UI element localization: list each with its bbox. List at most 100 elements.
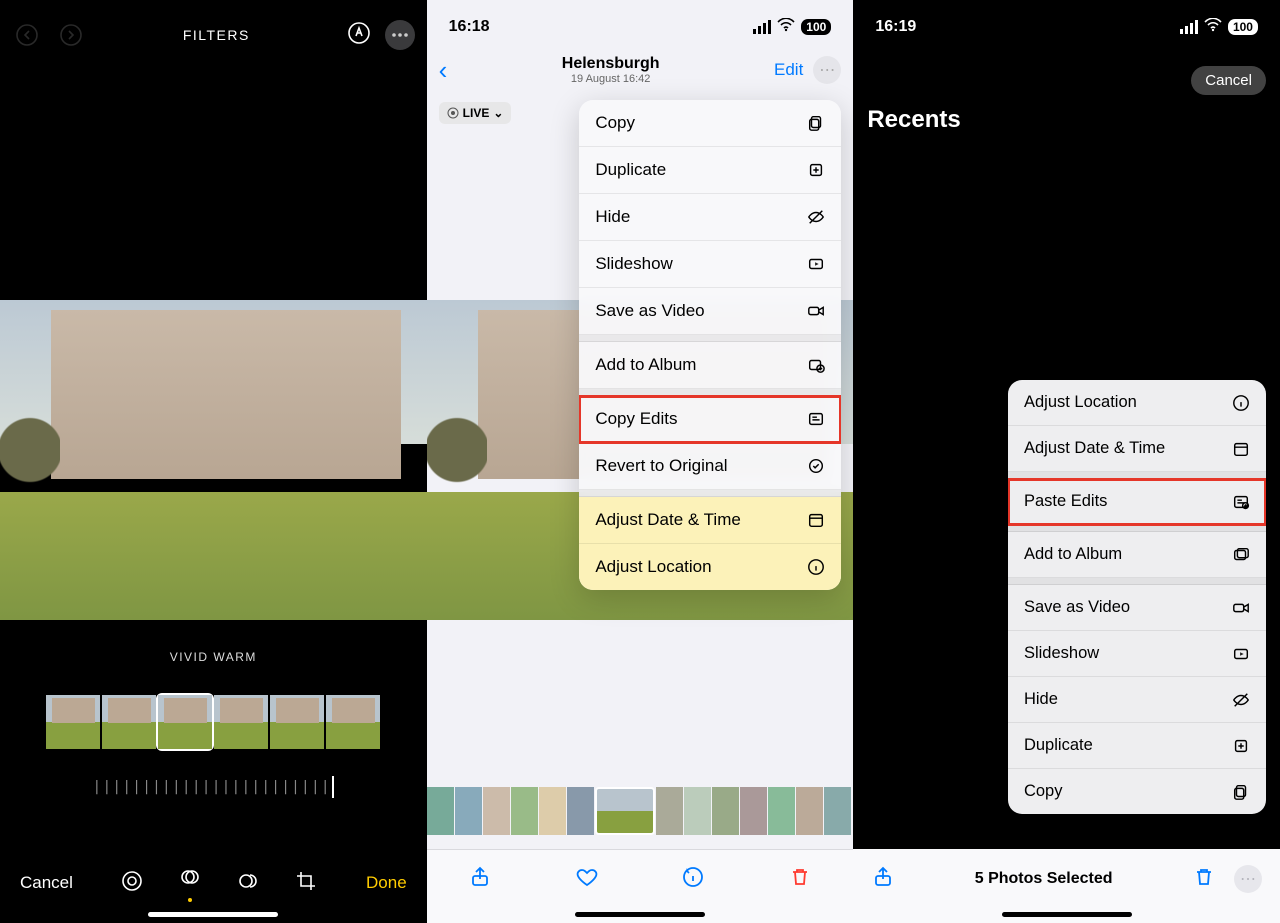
menu-duplicate[interactable]: Duplicate: [1008, 723, 1266, 769]
trash-icon[interactable]: [1192, 865, 1216, 894]
live-badge[interactable]: LIVE ⌄: [439, 102, 512, 124]
filter-thumbs[interactable]: [0, 695, 427, 749]
menu-label: Adjust Date & Time: [1024, 439, 1165, 458]
copy-icon: [803, 114, 825, 132]
menu-hide[interactable]: Hide: [579, 194, 841, 241]
menu-label: Duplicate: [1024, 736, 1093, 755]
menu-duplicate[interactable]: Duplicate: [579, 147, 841, 194]
filter-thumb-selected[interactable]: [158, 695, 212, 749]
photo-datetime-subtitle: 19 August 16:42: [562, 73, 660, 85]
menu-save-video[interactable]: Save as Video: [1008, 585, 1266, 631]
menu-label: Slideshow: [595, 254, 673, 274]
back-button[interactable]: ‹: [439, 57, 448, 83]
menu-label: Hide: [1024, 690, 1058, 709]
add-album-icon: [803, 356, 825, 374]
home-indicator: [148, 912, 278, 917]
menu-copy[interactable]: Copy: [579, 100, 841, 147]
menu-label: Copy: [1024, 782, 1063, 801]
menu-label: Copy: [595, 113, 635, 133]
menu-label: Save as Video: [595, 301, 704, 321]
menu-adjust-datetime[interactable]: Adjust Date & Time: [1008, 426, 1266, 472]
slideshow-icon: [1228, 645, 1250, 663]
selected-badge: ✓: [967, 547, 989, 569]
album-title: Recents: [867, 106, 960, 134]
revert-icon: [803, 457, 825, 475]
editor-topbar: FILTERS: [0, 0, 427, 60]
action-menu: Adjust Location Adjust Date & Time Paste…: [1008, 380, 1266, 814]
menu-adjust-location[interactable]: Adjust Location: [579, 544, 841, 590]
redo-icon[interactable]: [56, 20, 86, 50]
menu-label: Adjust Date & Time: [595, 510, 741, 530]
cancel-button[interactable]: Cancel: [20, 873, 73, 893]
video-icon: [803, 302, 825, 320]
live-badge-label: LIVE: [463, 106, 490, 120]
menu-save-video[interactable]: Save as Video: [579, 288, 841, 335]
thumbnail-strip[interactable]: [427, 787, 854, 835]
done-button[interactable]: Done: [366, 873, 407, 893]
menu-copy-edits[interactable]: Copy Edits: [579, 396, 841, 443]
edit-button[interactable]: Edit: [774, 60, 803, 80]
info-icon[interactable]: [681, 865, 705, 894]
paste-edits-icon: [1228, 493, 1250, 511]
panel-photo-detail: 16:18 100 ‹ Helensburgh 19 August 16:42 …: [427, 0, 854, 923]
menu-label: Adjust Location: [595, 557, 711, 577]
menu-label: Slideshow: [1024, 644, 1099, 663]
share-icon[interactable]: [468, 865, 492, 894]
menu-label: Revert to Original: [595, 456, 727, 476]
menu-paste-edits[interactable]: Paste Edits: [1008, 479, 1266, 525]
markup-icon[interactable]: [347, 21, 371, 50]
copy-icon: [1228, 783, 1250, 801]
hide-icon: [803, 208, 825, 226]
menu-label: Paste Edits: [1024, 492, 1107, 511]
more-icon[interactable]: [385, 20, 415, 50]
battery-icon: 100: [801, 19, 831, 35]
crop-tool-icon[interactable]: [294, 869, 318, 898]
calendar-icon: [803, 511, 825, 529]
wifi-icon: [777, 18, 795, 37]
menu-label: Adjust Location: [1024, 393, 1137, 412]
menu-label: Add to Album: [1024, 545, 1122, 564]
calendar-icon: [1228, 440, 1250, 458]
menu-slideshow[interactable]: Slideshow: [1008, 631, 1266, 677]
trash-icon[interactable]: [788, 865, 812, 894]
menu-slideshow[interactable]: Slideshow: [579, 241, 841, 288]
portrait-tool-icon[interactable]: [236, 869, 260, 898]
chevron-down-icon: ⌄: [493, 106, 503, 120]
status-time: 16:18: [449, 18, 490, 36]
home-indicator: [575, 912, 705, 917]
filter-name-label: VIVID WARM: [0, 650, 427, 664]
cancel-button[interactable]: Cancel: [1191, 66, 1266, 95]
photo-preview[interactable]: [0, 300, 427, 620]
panel-filter-editor: FILTERS VIVID WARM |||||||||||||||||||||…: [0, 0, 427, 923]
duplicate-icon: [803, 161, 825, 179]
intensity-slider[interactable]: ||||||||||||||||||||||||: [0, 775, 427, 799]
more-button[interactable]: ⋯: [1234, 865, 1262, 893]
menu-add-album[interactable]: Add to Album: [579, 342, 841, 389]
favorite-icon[interactable]: [575, 865, 599, 894]
menu-label: Duplicate: [595, 160, 666, 180]
info-icon: [803, 558, 825, 576]
action-menu: Copy Duplicate Hide Slideshow Save as Vi…: [579, 100, 841, 590]
navbar-title-group: Helensburgh 19 August 16:42: [562, 55, 660, 85]
share-icon[interactable]: [871, 865, 895, 894]
menu-revert[interactable]: Revert to Original: [579, 443, 841, 490]
more-button[interactable]: ⋯: [813, 56, 841, 84]
home-indicator: [1002, 912, 1132, 917]
menu-adjust-location[interactable]: Adjust Location: [1008, 380, 1266, 426]
cellular-icon: [753, 20, 771, 34]
copy-edits-icon: [803, 410, 825, 428]
undo-icon[interactable]: [12, 20, 42, 50]
menu-hide[interactable]: Hide: [1008, 677, 1266, 723]
menu-copy[interactable]: Copy: [1008, 769, 1266, 814]
filters-tool-icon[interactable]: [178, 865, 202, 902]
menu-add-album[interactable]: Add to Album: [1008, 532, 1266, 578]
selection-count: 5 Photos Selected: [975, 870, 1113, 888]
editor-title: FILTERS: [183, 27, 250, 43]
adjust-tool-icon[interactable]: [120, 869, 144, 898]
editor-bottombar: Cancel Done: [0, 843, 427, 923]
video-icon: [1228, 599, 1250, 617]
hide-icon: [1228, 691, 1250, 709]
menu-adjust-datetime[interactable]: Adjust Date & Time: [579, 497, 841, 544]
add-album-icon: [1228, 546, 1250, 564]
navbar: ‹ Helensburgh 19 August 16:42 Edit ⋯: [427, 46, 854, 94]
